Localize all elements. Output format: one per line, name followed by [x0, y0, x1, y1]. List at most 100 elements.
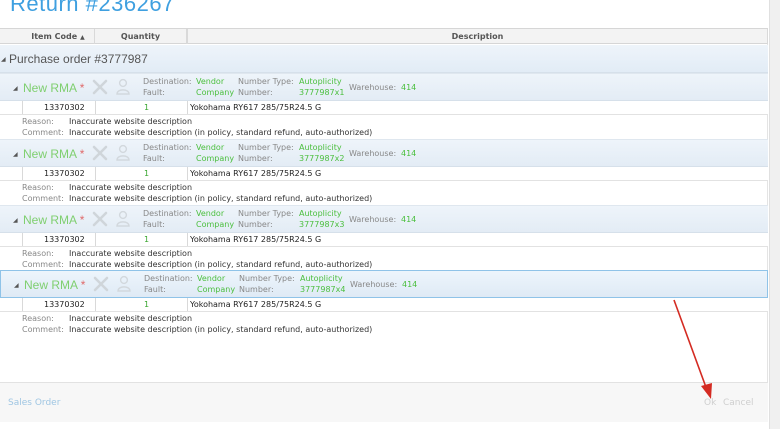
column-header-quantity[interactable]: Quantity — [95, 29, 187, 44]
number-type-value[interactable]: Autoplicity — [299, 143, 342, 153]
description-cell: Yokohama RY617 285/75R24.5 G — [190, 169, 322, 178]
destination-value[interactable]: Vendor — [197, 274, 225, 284]
warehouse-label: Warehouse: — [349, 149, 397, 158]
number-type-label: Number Type: — [238, 77, 294, 86]
number-label: Number: — [239, 285, 274, 294]
number-type-label: Number Type: — [238, 209, 294, 218]
delete-icon[interactable] — [92, 210, 108, 228]
warehouse-value[interactable]: 414 — [401, 149, 416, 159]
sales-order-link[interactable]: Sales Order — [8, 398, 60, 408]
page-title: Return #236267 — [10, 0, 175, 16]
comment-value: Inaccurate website description (in polic… — [69, 325, 373, 334]
rma-number-value[interactable]: 3777987x4 — [300, 285, 345, 295]
assign-user-icon[interactable] — [115, 144, 131, 162]
column-header-item-code[interactable]: Item Code ▲ — [22, 29, 95, 44]
item-code-cell: 13370302 — [44, 103, 85, 112]
item-code-cell: 13370302 — [44, 300, 85, 309]
rma-number-value[interactable]: 3777987x3 — [299, 220, 344, 230]
comment-value: Inaccurate website description (in polic… — [69, 194, 373, 203]
warehouse-value[interactable]: 414 — [401, 215, 416, 225]
fault-label: Fault: — [143, 154, 165, 163]
column-header-description[interactable]: Description — [187, 29, 768, 44]
reason-line: Reason: Inaccurate website description — [22, 249, 192, 259]
reason-value: Inaccurate website description — [69, 314, 193, 323]
rma-block-2: ◢ New RMA * Destination: Fault: Vendor C… — [0, 139, 768, 205]
collapse-triangle-icon[interactable]: ◢ — [13, 151, 18, 158]
warehouse-value[interactable]: 414 — [401, 83, 416, 93]
cancel-button[interactable]: Cancel — [723, 398, 754, 408]
destination-value[interactable]: Vendor — [196, 77, 224, 87]
description-cell: Yokohama RY617 285/75R24.5 G — [190, 300, 322, 309]
destination-value[interactable]: Vendor — [196, 209, 224, 219]
assign-user-icon[interactable] — [115, 210, 131, 228]
purchase-order-group-row[interactable]: ◢ Purchase order #3777987 — [0, 45, 768, 73]
table-row[interactable]: 13370302 1 Yokohama RY617 285/75R24.5 G — [0, 298, 768, 312]
assign-user-icon[interactable] — [115, 78, 131, 96]
comment-line: Comment: Inaccurate website description (… — [22, 325, 372, 335]
vertical-scrollbar[interactable] — [769, 0, 780, 429]
number-type-label: Number Type: — [238, 143, 294, 152]
destination-label: Destination: — [143, 77, 192, 86]
warehouse-value[interactable]: 414 — [402, 280, 417, 290]
assign-user-icon[interactable] — [116, 275, 132, 293]
reason-line: Reason: Inaccurate website description — [22, 314, 192, 324]
number-type-value[interactable]: Autoplicity — [299, 77, 342, 87]
number-label: Number: — [238, 88, 273, 97]
rma-block-1: ◢ New RMA * Destination: Fault: Vendor C… — [0, 73, 768, 139]
delete-icon[interactable] — [92, 144, 108, 162]
collapse-triangle-icon[interactable]: ◢ — [1, 56, 6, 63]
number-label: Number: — [238, 220, 273, 229]
reason-label: Reason: — [22, 117, 54, 126]
rma-header-row[interactable]: ◢ New RMA * Destination: Fault: Vendor C… — [0, 139, 768, 167]
reason-line: Reason: Inaccurate website description — [22, 183, 192, 193]
comment-label: Comment: — [22, 128, 64, 137]
comment-line: Comment: Inaccurate website description (… — [22, 260, 372, 270]
rma-header-row[interactable]: ◢ New RMA * Destination: Fault: Vendor C… — [0, 270, 768, 298]
fault-label: Fault: — [143, 220, 165, 229]
description-cell: Yokohama RY617 285/75R24.5 G — [190, 103, 322, 112]
reason-label: Reason: — [22, 314, 54, 323]
rma-number-value[interactable]: 3777987x1 — [299, 88, 344, 98]
rma-title: New RMA * — [23, 81, 85, 95]
table-row[interactable]: 13370302 1 Yokohama RY617 285/75R24.5 G — [0, 233, 768, 247]
fault-value[interactable]: Company — [196, 220, 234, 230]
table-row[interactable]: 13370302 1 Yokohama RY617 285/75R24.5 G — [0, 167, 768, 181]
reason-line: Reason: Inaccurate website description — [22, 117, 192, 127]
comment-value: Inaccurate website description (in polic… — [69, 260, 373, 269]
ok-button[interactable]: Ok — [704, 398, 716, 408]
rma-header-row[interactable]: ◢ New RMA * Destination: Fault: Vendor C… — [0, 73, 768, 101]
dialog-footer: Sales Order Ok Cancel — [0, 382, 768, 422]
rma-header-row[interactable]: ◢ New RMA * Destination: Fault: Vendor C… — [0, 205, 768, 233]
warehouse-label: Warehouse: — [349, 83, 397, 92]
fault-value[interactable]: Company — [196, 154, 234, 164]
destination-label: Destination: — [143, 209, 192, 218]
table-row[interactable]: 13370302 1 Yokohama RY617 285/75R24.5 G — [0, 101, 768, 115]
number-type-label: Number Type: — [239, 274, 295, 283]
comment-value: Inaccurate website description (in polic… — [69, 128, 373, 137]
delete-icon[interactable] — [93, 275, 109, 293]
column-header-row: Item Code ▲ Quantity Description — [0, 28, 768, 44]
collapse-triangle-icon[interactable]: ◢ — [13, 217, 18, 224]
collapse-triangle-icon[interactable]: ◢ — [14, 282, 19, 289]
number-label: Number: — [238, 154, 273, 163]
collapse-triangle-icon[interactable]: ◢ — [13, 85, 18, 92]
reason-label: Reason: — [22, 183, 54, 192]
comment-label: Comment: — [22, 260, 64, 269]
comment-line: Comment: Inaccurate website description (… — [22, 194, 372, 204]
warehouse-label: Warehouse: — [349, 215, 397, 224]
fault-label: Fault: — [144, 285, 166, 294]
fault-value[interactable]: Company — [197, 285, 235, 295]
destination-value[interactable]: Vendor — [196, 143, 224, 153]
rma-title: New RMA * — [23, 147, 85, 161]
delete-icon[interactable] — [92, 78, 108, 96]
number-type-value[interactable]: Autoplicity — [299, 209, 342, 219]
reason-label: Reason: — [22, 249, 54, 258]
warehouse-label: Warehouse: — [350, 280, 398, 289]
number-type-value[interactable]: Autoplicity — [300, 274, 343, 284]
rma-title: New RMA * — [24, 278, 86, 292]
fault-value[interactable]: Company — [196, 88, 234, 98]
rma-number-value[interactable]: 3777987x2 — [299, 154, 344, 164]
comment-line: Comment: Inaccurate website description (… — [22, 128, 372, 138]
comment-label: Comment: — [22, 194, 64, 203]
rma-block-3: ◢ New RMA * Destination: Fault: Vendor C… — [0, 205, 768, 271]
